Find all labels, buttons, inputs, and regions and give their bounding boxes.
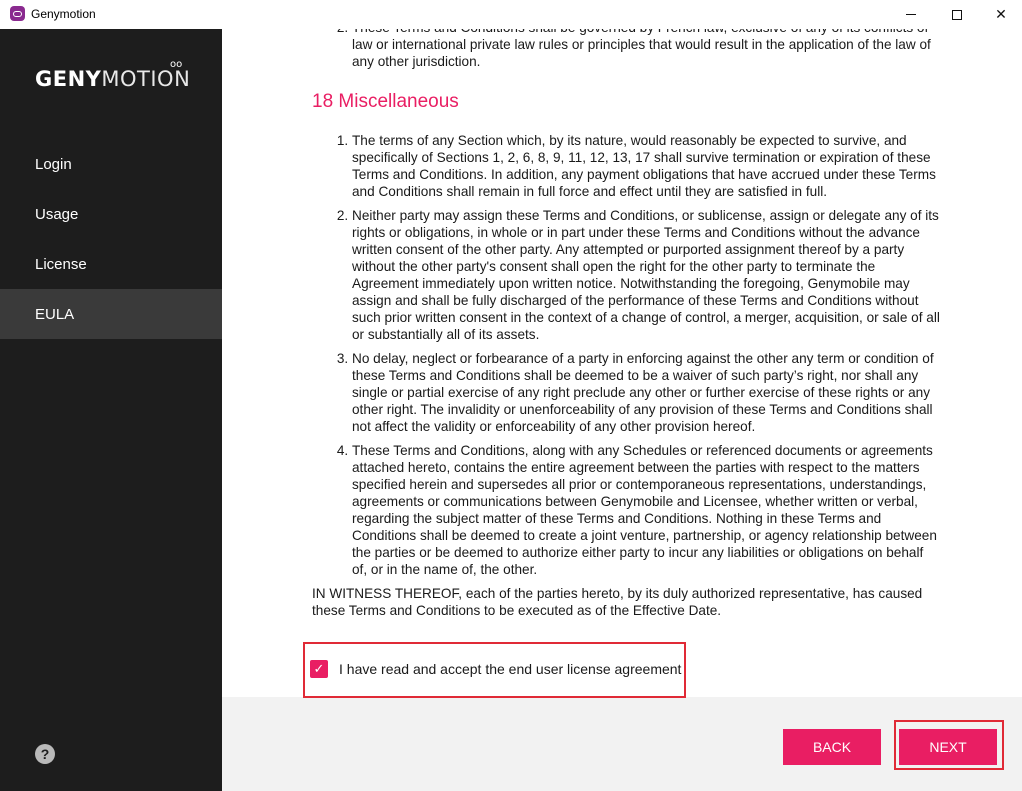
witness-paragraph: IN WITNESS THEREOF, each of the parties … [312, 586, 923, 618]
help-icon[interactable]: ? [35, 744, 55, 764]
sidebar-item-eula[interactable]: EULA [0, 289, 222, 339]
maximize-button[interactable] [934, 0, 980, 29]
list-item: The terms of any Section which, by its n… [352, 132, 942, 200]
eula-document: These Terms and Conditions shall be gove… [312, 29, 942, 619]
eula-content[interactable]: These Terms and Conditions shall be gove… [222, 29, 1022, 697]
window-title: Genymotion [31, 7, 96, 21]
help-glyph: ? [40, 746, 50, 762]
maximize-icon [952, 9, 962, 20]
logo-dots: oo [170, 59, 183, 70]
list-item: Neither party may assign these Terms and… [352, 207, 942, 343]
list-item: These Terms and Conditions shall be gove… [352, 29, 942, 70]
sidebar-item-label: Usage [35, 205, 79, 223]
sidebar-item-label: License [35, 255, 87, 273]
sidebar-item-login[interactable]: Login [0, 139, 222, 189]
minimize-icon [906, 14, 916, 15]
genymotion-logo: GENYMOTION [35, 67, 190, 91]
sidebar-item-usage[interactable]: Usage [0, 189, 222, 239]
sidebar: GENYMOTION oo Login Usage License EULA ? [0, 29, 222, 791]
back-button[interactable]: BACK [783, 729, 881, 765]
logo-text-bold: GENY [35, 67, 102, 91]
highlight-box-accept [303, 642, 686, 698]
section-heading: 18 Miscellaneous [312, 91, 459, 112]
list-item: No delay, neglect or forbearance of a pa… [352, 350, 942, 435]
previous-section-list: These Terms and Conditions shall be gove… [312, 29, 942, 70]
miscellaneous-list: The terms of any Section which, by its n… [312, 132, 942, 578]
close-icon: ✕ [995, 6, 1007, 23]
minimize-button[interactable] [888, 0, 934, 29]
sidebar-item-label: EULA [35, 305, 75, 323]
sidebar-item-license[interactable]: License [0, 239, 222, 289]
close-button[interactable]: ✕ [978, 0, 1022, 29]
highlight-box-next [894, 720, 1004, 770]
sidebar-item-label: Login [35, 155, 72, 173]
list-item: These Terms and Conditions, along with a… [352, 442, 942, 578]
title-bar: Genymotion ✕ [0, 0, 1022, 29]
logo-text-light: MOTION [101, 67, 191, 91]
genymotion-app-icon [10, 6, 25, 21]
